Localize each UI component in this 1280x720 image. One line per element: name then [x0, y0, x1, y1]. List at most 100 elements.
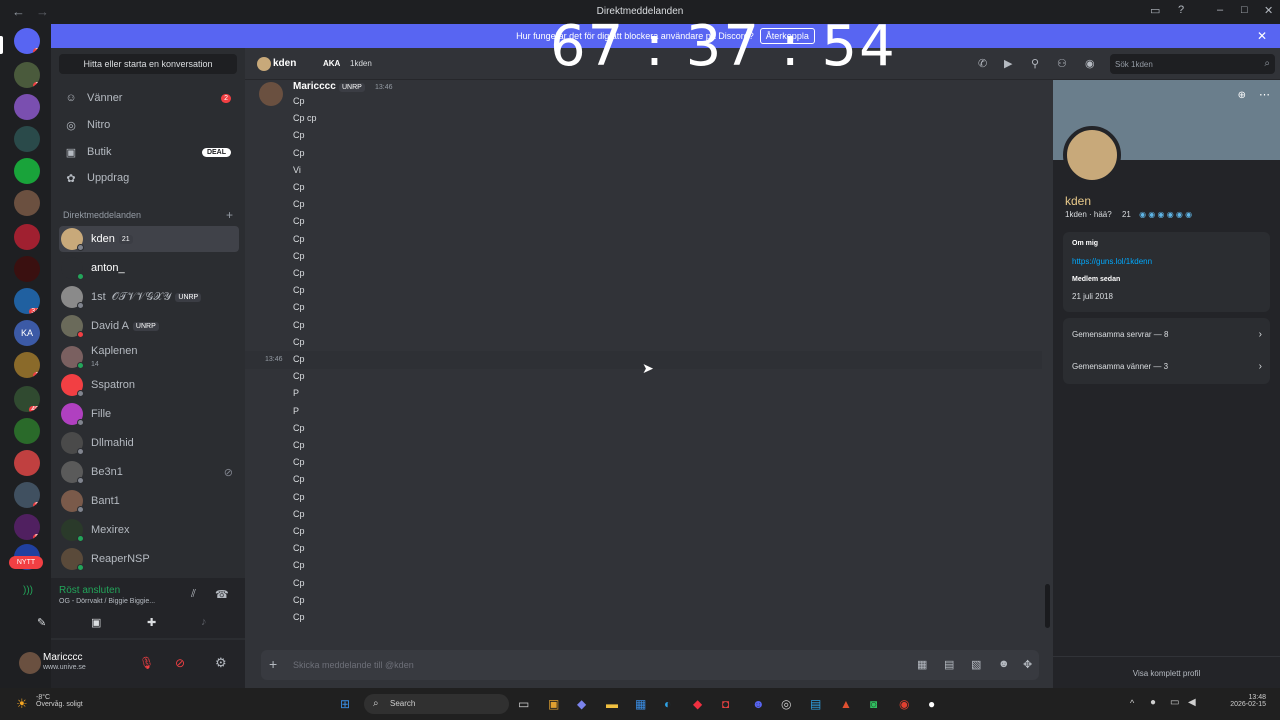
server-icon[interactable]: 5	[14, 514, 40, 540]
settings-gear-icon[interactable]: ⚙	[215, 655, 227, 671]
dm-item[interactable]: Fille	[59, 401, 239, 427]
mic-tray-icon[interactable]: ●	[1150, 697, 1156, 708]
screen-share-icon[interactable]: ▣	[91, 616, 101, 629]
user-profile-icon[interactable]: ◉	[1085, 57, 1095, 70]
server-icon[interactable]: 1	[14, 62, 40, 88]
server-icon[interactable]: 8	[14, 482, 40, 508]
app-icon[interactable]: ▲	[840, 697, 852, 711]
emoji-icon[interactable]: ☻	[998, 658, 1010, 670]
soundboard-icon[interactable]: ♪	[201, 616, 207, 628]
server-icon[interactable]: 34	[14, 288, 40, 314]
monitor-icon[interactable]: ▭	[1150, 4, 1160, 17]
search-input[interactable]: Sök 1kden ⌕	[1110, 54, 1275, 74]
user-avatar[interactable]	[19, 652, 41, 674]
find-conversation-button[interactable]: Hitta eller starta en konversation	[59, 54, 237, 74]
author-avatar[interactable]	[259, 82, 283, 106]
deafened-icon[interactable]: ⊘	[175, 656, 185, 670]
help-icon[interactable]: ?	[1178, 4, 1184, 16]
nav-nitro[interactable]: ◎ Nitro	[59, 113, 239, 137]
server-icon[interactable]	[14, 418, 40, 444]
about-link[interactable]: https://guns.lol/1kdenn	[1072, 257, 1152, 266]
disconnect-icon[interactable]: ☎	[215, 588, 229, 601]
app-icon[interactable]: ◆	[693, 697, 702, 711]
dm-item[interactable]: anton_	[59, 255, 239, 281]
server-icon[interactable]: 49	[14, 386, 40, 412]
sticker-icon[interactable]: ▧	[971, 658, 981, 671]
dm-item[interactable]: Mexirex	[59, 517, 239, 543]
attach-plus-icon[interactable]: +	[269, 656, 277, 672]
weather-widget[interactable]: -8°C Övervåg. soligt	[36, 694, 83, 708]
voice-channel[interactable]: OG - Dörrvakt / Biggie Biggie...	[59, 598, 155, 605]
mutual-friends-row[interactable]: Gemensamma vänner — 3 ›	[1072, 361, 1262, 372]
chrome-icon[interactable]: ◉	[899, 697, 909, 711]
server-icon[interactable]	[14, 126, 40, 152]
add-friends-icon[interactable]: ⚇	[1057, 57, 1067, 70]
pin-icon[interactable]: ⚲	[1031, 57, 1039, 70]
taskbar-search[interactable]: ⌕ Search	[364, 694, 509, 714]
chat-scrollbar[interactable]	[1045, 584, 1050, 628]
add-friend-icon[interactable]: ⊕	[1238, 90, 1246, 101]
avatar	[61, 374, 84, 397]
server-icon[interactable]	[14, 94, 40, 120]
server-icon[interactable]	[14, 450, 40, 476]
edge-icon[interactable]: ◐	[664, 697, 671, 711]
dm-item[interactable]: Kaplenen 14	[59, 342, 239, 372]
file-explorer-icon[interactable]: ▬	[606, 697, 618, 711]
nav-friends[interactable]: ☺ Vänner 2	[59, 86, 239, 110]
mutual-servers-row[interactable]: Gemensamma servrar — 8 ›	[1072, 329, 1262, 340]
server-icon[interactable]	[14, 158, 40, 184]
server-icon-ka[interactable]: KA	[14, 320, 40, 346]
dm-item[interactable]: 1st 𝒪𝒯𝒱𝒱𝒢𝒳𝒴 UNRP	[59, 284, 239, 310]
discord-taskbar-icon[interactable]: ☻	[752, 697, 765, 711]
nav-quests[interactable]: ✿ Uppdrag	[59, 166, 239, 190]
teams-icon[interactable]: ◆	[577, 697, 586, 711]
task-view-icon[interactable]: ▭	[518, 697, 529, 711]
message-author[interactable]: Maricccc	[293, 81, 336, 92]
new-badge: NYTT	[9, 556, 43, 569]
tray-chevron-icon[interactable]: ^	[1130, 698, 1134, 708]
nav-shop[interactable]: ▣ Butik DEAL	[59, 140, 239, 164]
dm-item[interactable]: Be3n1 ⊘	[59, 459, 239, 485]
voice-call-icon[interactable]: ✆	[978, 57, 987, 70]
dm-item[interactable]: ReaperNSP	[59, 546, 239, 572]
dm-item[interactable]: Sspatron	[59, 372, 239, 398]
activities-icon[interactable]: ✚	[147, 616, 156, 629]
app-icon[interactable]: ▣	[548, 697, 559, 711]
discord-home-icon[interactable]: 2	[14, 28, 40, 54]
view-full-profile-button[interactable]: Visa komplett profil	[1053, 669, 1280, 678]
gift-icon[interactable]: ▦	[917, 658, 927, 671]
close-banner-icon[interactable]: ✕	[1257, 29, 1267, 43]
add-dm-icon[interactable]: +	[226, 208, 233, 222]
voice-status[interactable]: Röst ansluten	[59, 585, 120, 596]
steam-icon[interactable]: ◎	[781, 697, 791, 711]
noise-suppression-icon[interactable]: ⫽	[191, 588, 196, 601]
dm-item[interactable]: Dllmahid	[59, 430, 239, 456]
apps-icon[interactable]: ✥	[1023, 658, 1032, 671]
dm-item[interactable]: Bant1	[59, 488, 239, 514]
start-icon[interactable]: ⊞	[340, 697, 350, 711]
app-icon[interactable]: ◙	[870, 697, 877, 711]
mic-muted-icon[interactable]: 🎙	[139, 656, 154, 670]
app-icon[interactable]: ◘	[722, 697, 729, 711]
server-icon[interactable]	[14, 190, 40, 216]
maximize-icon[interactable]: □	[1241, 4, 1248, 16]
store-icon[interactable]: ▦	[635, 697, 646, 711]
camera-off-icon[interactable]: ✎	[37, 616, 46, 629]
minimize-icon[interactable]: –	[1217, 4, 1223, 16]
dm-item[interactable]: kden 21	[59, 226, 239, 252]
network-icon[interactable]: ▭	[1170, 697, 1179, 708]
dm-item[interactable]: David A UNRP	[59, 313, 239, 339]
gif-icon[interactable]: ▤	[944, 658, 954, 671]
weather-sun-icon[interactable]: ☀	[16, 696, 28, 712]
more-options-icon[interactable]: ⋯	[1259, 88, 1270, 101]
app-icon[interactable]: ▤	[810, 697, 821, 711]
server-icon[interactable]: 1	[14, 352, 40, 378]
volume-icon[interactable]: ◀	[1188, 697, 1196, 708]
clock[interactable]: 13:48 2026-02-15	[1230, 694, 1266, 708]
message-composer[interactable]: + Skicka meddelande till @kden ▦ ▤ ▧ ☻ ✥	[261, 650, 1039, 680]
server-icon[interactable]	[14, 224, 40, 250]
video-call-icon[interactable]: ▶	[1004, 57, 1012, 70]
server-icon[interactable]	[14, 256, 40, 282]
app-icon[interactable]: ●	[928, 697, 935, 711]
close-window-icon[interactable]: ✕	[1264, 4, 1273, 17]
